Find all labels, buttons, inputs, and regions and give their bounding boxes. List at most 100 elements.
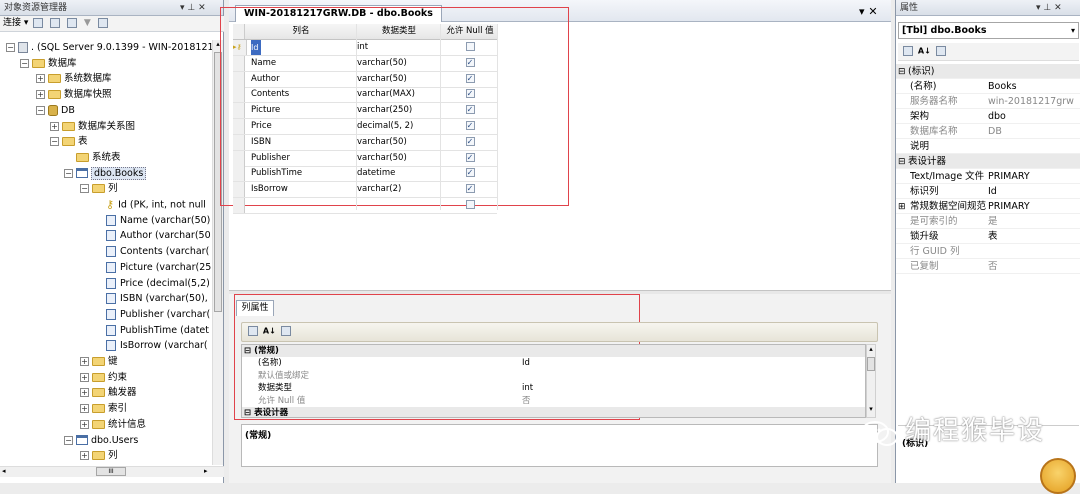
cell-allow-null[interactable] xyxy=(443,198,497,213)
allow-null-checkbox[interactable]: ✓ xyxy=(465,73,475,83)
expand-icon[interactable]: + xyxy=(80,404,89,414)
cell-column-name[interactable]: Name xyxy=(251,56,351,71)
allow-null-checkbox[interactable] xyxy=(465,200,475,209)
tree-node[interactable]: Publisher (varchar( xyxy=(94,307,210,323)
row-selector[interactable] xyxy=(233,55,245,71)
tree-node[interactable]: Author (varchar(50 xyxy=(94,228,211,244)
stop-icon[interactable] xyxy=(67,17,78,28)
collapse-icon[interactable]: − xyxy=(20,58,29,68)
cell-allow-null[interactable]: ✓ xyxy=(443,87,497,102)
allow-null-checkbox[interactable]: ✓ xyxy=(465,184,475,194)
disconnect-icon[interactable] xyxy=(50,17,61,28)
cell-allow-null[interactable]: ✓ xyxy=(443,72,497,87)
row-selector[interactable]: ▸⚷ xyxy=(233,40,247,55)
property-value[interactable]: 表 xyxy=(988,229,998,243)
expand-icon[interactable]: + xyxy=(80,388,89,398)
allow-null-checkbox[interactable]: ✓ xyxy=(465,168,475,178)
property-pages-icon[interactable] xyxy=(935,46,946,56)
property-row[interactable]: 行 GUID 列 xyxy=(896,244,1080,259)
property-row[interactable]: (名称) Id xyxy=(242,357,865,369)
tree-node[interactable]: − DB xyxy=(36,103,75,119)
expand-icon[interactable]: + xyxy=(36,90,45,100)
cell-allow-null[interactable]: ✓ xyxy=(443,103,497,118)
cell-column-name[interactable]: Price xyxy=(251,119,351,134)
cell-data-type[interactable]: varchar(50) xyxy=(357,56,441,71)
property-row[interactable]: 标识列 Id xyxy=(896,184,1080,199)
allow-null-checkbox[interactable]: ✓ xyxy=(465,89,475,99)
property-value[interactable]: DB xyxy=(988,124,1002,138)
sort-alphabetical-icon[interactable]: A↓ xyxy=(263,327,276,336)
cell-data-type[interactable]: varchar(MAX) xyxy=(357,87,441,102)
collapse-icon[interactable]: − xyxy=(50,137,59,147)
property-value[interactable]: int xyxy=(522,382,533,394)
row-selector[interactable] xyxy=(233,182,245,198)
property-row[interactable]: Text/Image 文件 PRIMARY xyxy=(896,169,1080,184)
table-row[interactable]: ISBN varchar(50) ✓ xyxy=(233,134,497,151)
tree-node[interactable]: IsBorrow (varchar( xyxy=(94,338,208,354)
allow-null-checkbox[interactable] xyxy=(465,42,475,51)
tree-node[interactable]: Contents (varchar( xyxy=(94,244,209,260)
property-row[interactable]: 架构 dbo xyxy=(896,109,1080,124)
table-row[interactable]: Picture varchar(250) ✓ xyxy=(233,103,497,120)
property-row[interactable]: (名称) Books xyxy=(896,79,1080,94)
connect-icon[interactable] xyxy=(33,17,44,28)
allow-null-checkbox[interactable]: ✓ xyxy=(465,105,475,115)
row-selector[interactable] xyxy=(233,150,245,166)
property-value[interactable]: PRIMARY xyxy=(988,199,1030,213)
property-category[interactable]: ⊟ 表设计器 xyxy=(242,407,865,417)
tree-node[interactable]: − dbo.Users xyxy=(64,433,138,449)
allow-null-checkbox[interactable]: ✓ xyxy=(465,136,475,146)
categorized-icon[interactable] xyxy=(248,326,258,336)
cell-allow-null[interactable]: ✓ xyxy=(443,151,497,166)
row-selector[interactable] xyxy=(233,134,245,150)
scroll-left-arrow[interactable]: ◂ xyxy=(2,467,6,475)
property-category[interactable]: ⊟ (标识) xyxy=(896,64,1080,79)
cell-column-name[interactable]: Publisher xyxy=(251,151,351,166)
property-pages-icon[interactable] xyxy=(280,326,291,336)
property-category[interactable]: ⊟ (常规) xyxy=(242,345,865,357)
tree-node[interactable]: 系统表 xyxy=(64,150,121,166)
property-value[interactable]: PRIMARY xyxy=(988,169,1030,183)
expand-icon[interactable]: + xyxy=(80,451,89,461)
cell-data-type[interactable]: varchar(50) xyxy=(357,151,441,166)
tree-node[interactable]: − 数据库 xyxy=(20,56,77,72)
cell-data-type[interactable]: datetime xyxy=(357,166,441,181)
cell-data-type[interactable]: varchar(2) xyxy=(357,182,441,197)
tree-node[interactable]: ⚷ Id (PK, int, not null xyxy=(94,197,206,213)
table-row[interactable]: IsBorrow varchar(2) ✓ xyxy=(233,182,497,199)
tree-node[interactable]: − . (SQL Server 9.0.1399 - WIN-2018121 xyxy=(6,40,212,56)
property-row[interactable]: 数据库名称 DB xyxy=(896,124,1080,139)
tree-node[interactable]: + 键 xyxy=(80,354,118,370)
cell-column-name[interactable]: ISBN xyxy=(251,135,351,150)
tree-node[interactable]: − 表 xyxy=(50,134,88,150)
property-row[interactable]: 是可索引的 是 xyxy=(896,214,1080,229)
allow-null-checkbox[interactable]: ✓ xyxy=(465,121,475,130)
cell-data-type[interactable]: decimal(5, 2) xyxy=(357,119,441,134)
property-value[interactable]: dbo xyxy=(988,109,1006,123)
hscroll-thumb[interactable]: III xyxy=(96,467,126,476)
collapse-icon[interactable]: − xyxy=(80,184,89,194)
tree-node[interactable]: + 索引 xyxy=(80,401,127,417)
property-row[interactable]: ⊞ 常规数据空间规范 PRIMARY xyxy=(896,199,1080,214)
document-close-controls[interactable]: ▾ ✕ xyxy=(859,5,878,18)
cell-data-type[interactable]: varchar(50) xyxy=(357,72,441,87)
object-explorer-hscrollbar[interactable]: ◂ III ▸ xyxy=(0,466,224,477)
column-properties-scrollbar[interactable]: ▴ ▾ xyxy=(866,344,876,418)
cell-data-type[interactable]: varchar(50) xyxy=(357,135,441,150)
categorized-icon[interactable] xyxy=(903,46,913,56)
refresh-icon[interactable] xyxy=(97,17,108,28)
cell-allow-null[interactable]: ✓ xyxy=(443,135,497,150)
properties-object-selector[interactable]: [Tbl] dbo.Books ▾ xyxy=(898,22,1079,39)
object-explorer-pin-close[interactable]: ▾ ⊥ ✕ xyxy=(180,0,206,16)
table-row[interactable]: PublishTime datetime ✓ xyxy=(233,166,497,183)
sort-alphabetical-icon[interactable]: A↓ xyxy=(918,47,931,56)
tree-node[interactable]: Price (decimal(5,2) xyxy=(94,276,210,292)
scroll-down-arrow[interactable]: ▾ xyxy=(867,405,875,413)
allow-null-checkbox[interactable]: ✓ xyxy=(465,57,475,67)
row-selector[interactable] xyxy=(233,87,245,103)
property-value[interactable]: win-20181217grw xyxy=(988,94,1074,108)
property-row[interactable]: 允许 Null 值 否 xyxy=(242,395,865,407)
row-selector[interactable] xyxy=(233,166,245,182)
row-selector[interactable] xyxy=(233,119,245,134)
tree-node[interactable]: + 触发器 xyxy=(80,385,137,401)
